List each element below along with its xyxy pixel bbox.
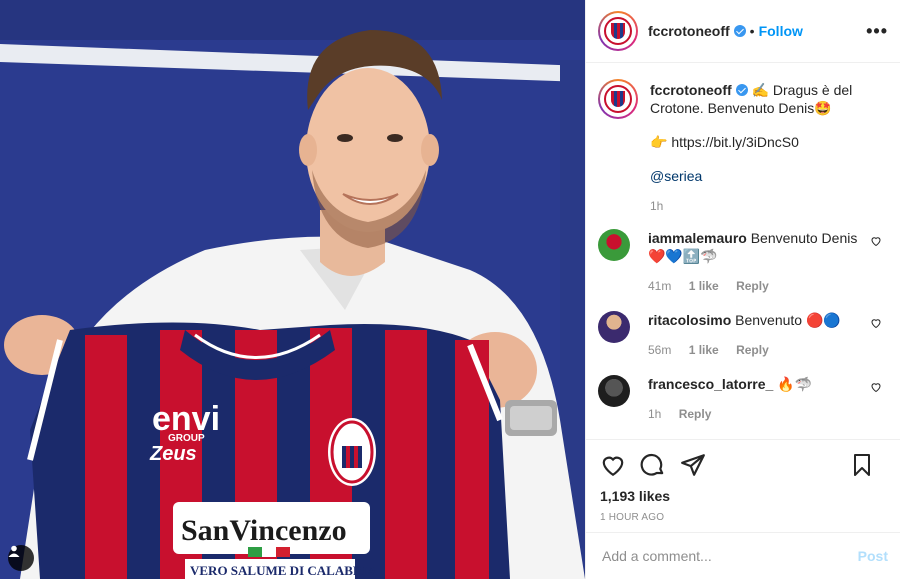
add-comment-bar: Post xyxy=(586,532,900,579)
verified-badge-icon xyxy=(735,84,748,96)
caption: fccrotoneoff ✍️ Dragus è del Crotone. Be… xyxy=(598,79,888,215)
author-avatar[interactable] xyxy=(598,11,638,51)
comment-time[interactable]: 56m xyxy=(648,343,671,357)
post-timestamp[interactable]: 1 HOUR AGO xyxy=(600,512,888,523)
caption-username[interactable]: fccrotoneoff xyxy=(650,82,732,98)
tagged-users-button[interactable] xyxy=(8,545,34,571)
comment-username[interactable]: francesco_latorre_ xyxy=(648,376,773,392)
reply-button[interactable]: Reply xyxy=(679,407,712,421)
user-icon xyxy=(8,545,20,557)
photo-illustration: envi GROUP Zeus SanVincenzo VERO SALUME … xyxy=(0,0,585,579)
comment-emojis: 🔴🔵 xyxy=(805,312,841,328)
crotone-crest-icon xyxy=(604,17,632,45)
caption-time[interactable]: 1h xyxy=(650,199,663,213)
post-actions: 1,193 likes 1 HOUR AGO xyxy=(586,439,900,532)
more-options-icon[interactable]: ••• xyxy=(866,21,888,42)
comment-emojis: ❤️💙🔝🦈 xyxy=(648,248,718,264)
commenter-avatar[interactable] xyxy=(598,311,630,343)
author-username[interactable]: fccrotoneoff xyxy=(648,23,730,39)
header-separator: • xyxy=(749,23,755,39)
jersey-sub-sponsor: VERO SALUME DI CALABRIA xyxy=(190,563,377,578)
caption-author-avatar[interactable] xyxy=(598,79,638,119)
jersey-main-sponsor: SanVincenzo xyxy=(181,514,347,547)
like-comment-heart-icon[interactable] xyxy=(870,235,882,247)
post-photo[interactable]: envi GROUP Zeus SanVincenzo VERO SALUME … xyxy=(0,0,585,579)
save-bookmark-icon[interactable] xyxy=(850,452,874,478)
jersey-brand: Zeus xyxy=(149,443,197,465)
commenter-avatar[interactable] xyxy=(598,375,630,407)
comment-username[interactable]: iammalemauro xyxy=(648,230,747,246)
follow-button[interactable]: Follow xyxy=(759,23,803,39)
comment-item: francesco_latorre_ 🔥🦈 1h Reply xyxy=(598,375,888,423)
crotone-crest-icon xyxy=(604,85,632,113)
instagram-post-modal: envi GROUP Zeus SanVincenzo VERO SALUME … xyxy=(0,0,900,579)
caption-mention[interactable]: @seriea xyxy=(650,167,880,185)
comment-time[interactable]: 1h xyxy=(648,407,661,421)
post-comment-button[interactable]: Post xyxy=(858,548,888,564)
post-header: fccrotoneoff • Follow ••• xyxy=(586,0,900,63)
commenter-avatar[interactable] xyxy=(598,229,630,261)
reply-button[interactable]: Reply xyxy=(736,279,769,293)
comment-text: Benvenuto Denis xyxy=(750,230,858,246)
reply-button[interactable]: Reply xyxy=(736,343,769,357)
comment-bubble-icon[interactable] xyxy=(640,452,666,478)
verified-badge-icon xyxy=(733,25,746,37)
comments-list[interactable]: fccrotoneoff ✍️ Dragus è del Crotone. Be… xyxy=(586,63,900,439)
comment-username[interactable]: ritacolosimo xyxy=(648,312,731,328)
comment-time[interactable]: 41m xyxy=(648,279,671,293)
like-comment-heart-icon[interactable] xyxy=(870,381,882,393)
share-paper-plane-icon[interactable] xyxy=(680,452,706,478)
comment-text: Benvenuto xyxy=(735,312,803,328)
caption-link-line[interactable]: 👉 https://bit.ly/3iDncS0 xyxy=(650,133,880,151)
comment-item: iammalemauro Benvenuto Denis ❤️💙🔝🦈 41m 1… xyxy=(598,229,888,295)
like-heart-icon[interactable] xyxy=(600,452,626,478)
comment-emojis: 🔥🦈 xyxy=(777,376,813,392)
post-side-panel: fccrotoneoff • Follow ••• fccrotoneoff ✍… xyxy=(585,0,900,579)
like-comment-heart-icon[interactable] xyxy=(870,317,882,329)
comment-likes[interactable]: 1 like xyxy=(689,343,719,357)
comment-item: ritacolosimo Benvenuto 🔴🔵 56m 1 like Rep… xyxy=(598,311,888,359)
like-count[interactable]: 1,193 likes xyxy=(600,488,888,504)
add-comment-input[interactable] xyxy=(602,548,858,564)
comment-likes[interactable]: 1 like xyxy=(689,279,719,293)
